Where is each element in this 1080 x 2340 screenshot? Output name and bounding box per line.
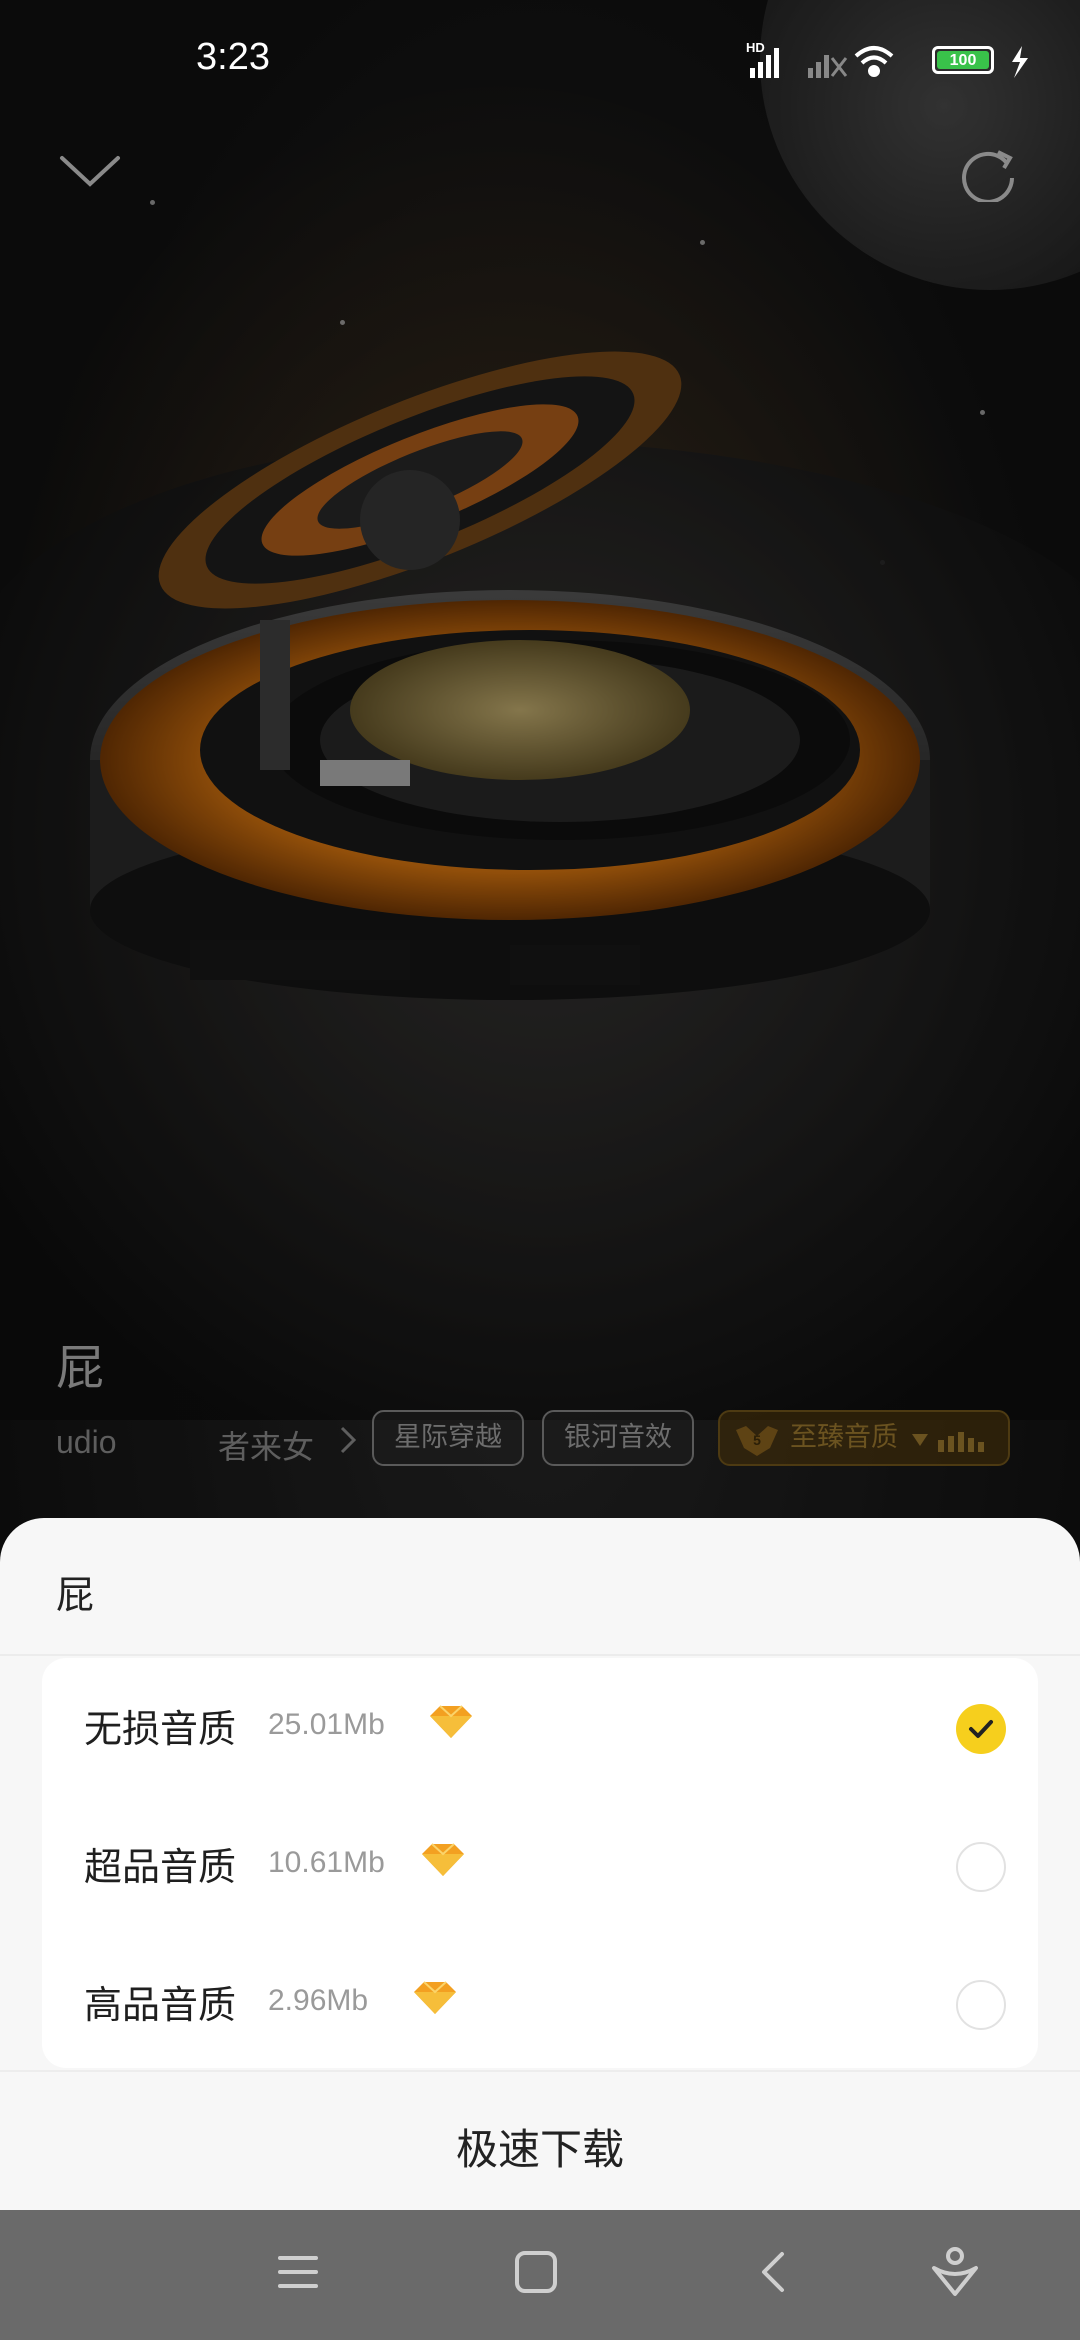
svg-text:5: 5 [753, 1432, 761, 1448]
checkmark-icon [969, 1720, 993, 1738]
option-label: 高品音质 [84, 1983, 237, 2027]
option-lossless[interactable]: 无损音质 25.01Mb [42, 1658, 1038, 1796]
status-bar: 3:23 HD 100 [0, 0, 1080, 110]
diamond-icon [430, 1705, 472, 1738]
artist-partial: udio [56, 1424, 117, 1460]
menu-icon[interactable] [278, 2254, 318, 2290]
assistant-icon[interactable] [930, 2246, 980, 2298]
diamond-icon [414, 1981, 456, 2014]
fast-download-button[interactable]: 极速下载 [0, 2070, 1080, 2210]
wifi-icon [854, 46, 894, 77]
system-nav-bar [0, 2210, 1080, 2340]
option-label: 超品音质 [84, 1845, 237, 1889]
chevron-down-icon[interactable] [58, 150, 122, 190]
diamond-icon [422, 1843, 464, 1876]
quality-badge-icon: 5 [736, 1426, 778, 1456]
signal-no-sim-icon [808, 55, 848, 78]
song-info-row: udio 者来女 星际穿越 银河音效 5 至臻音质 [0, 1410, 1080, 1472]
chip-galaxy-sound[interactable]: 银河音效 [542, 1410, 694, 1466]
modal-dim-overlay[interactable] [0, 0, 1080, 1520]
option-size: 2.96Mb [268, 1984, 369, 2017]
charging-icon [1012, 46, 1028, 78]
option-label: 无损音质 [84, 1707, 237, 1751]
song-title: 屁 [56, 1340, 105, 1396]
option-high[interactable]: 高品音质 2.96Mb [42, 1934, 1038, 2072]
radio-checked[interactable] [956, 1704, 1006, 1754]
status-time: 3:23 [196, 36, 270, 78]
chevron-down-icon [912, 1434, 928, 1446]
quality-options-card: 无损音质 25.01Mb 超品音质 10.61Mb 高品音质 2.96Mb [42, 1658, 1038, 2068]
option-size: 10.61Mb [268, 1846, 385, 1879]
divider [0, 1654, 1080, 1656]
battery-level: 100 [937, 51, 989, 69]
artist-link[interactable]: 者来女 [218, 1422, 314, 1468]
hd-label: HD [746, 40, 765, 55]
chip-interstellar[interactable]: 星际穿越 [372, 1410, 524, 1466]
quality-chip[interactable]: 5 至臻音质 [718, 1410, 1010, 1466]
option-size: 25.01Mb [268, 1708, 385, 1741]
back-icon[interactable] [758, 2250, 788, 2294]
option-super[interactable]: 超品音质 10.61Mb [42, 1796, 1038, 1934]
refresh-icon[interactable] [958, 146, 1018, 202]
radio-unchecked[interactable] [956, 1980, 1006, 2030]
fast-download-label: 极速下载 [455, 2125, 624, 2174]
sound-level-icon [938, 1432, 984, 1452]
quality-label: 至臻音质 [790, 1422, 898, 1453]
home-icon[interactable] [514, 2250, 558, 2294]
chevron-right-icon [340, 1426, 357, 1454]
radio-unchecked[interactable] [956, 1842, 1006, 1892]
battery-icon: 100 [932, 46, 994, 74]
sheet-title: 屁 [56, 1573, 95, 1617]
download-quality-sheet: 屁 无损音质 25.01Mb 超品音质 10.61Mb 高品音质 2.96Mb … [0, 1518, 1080, 2210]
